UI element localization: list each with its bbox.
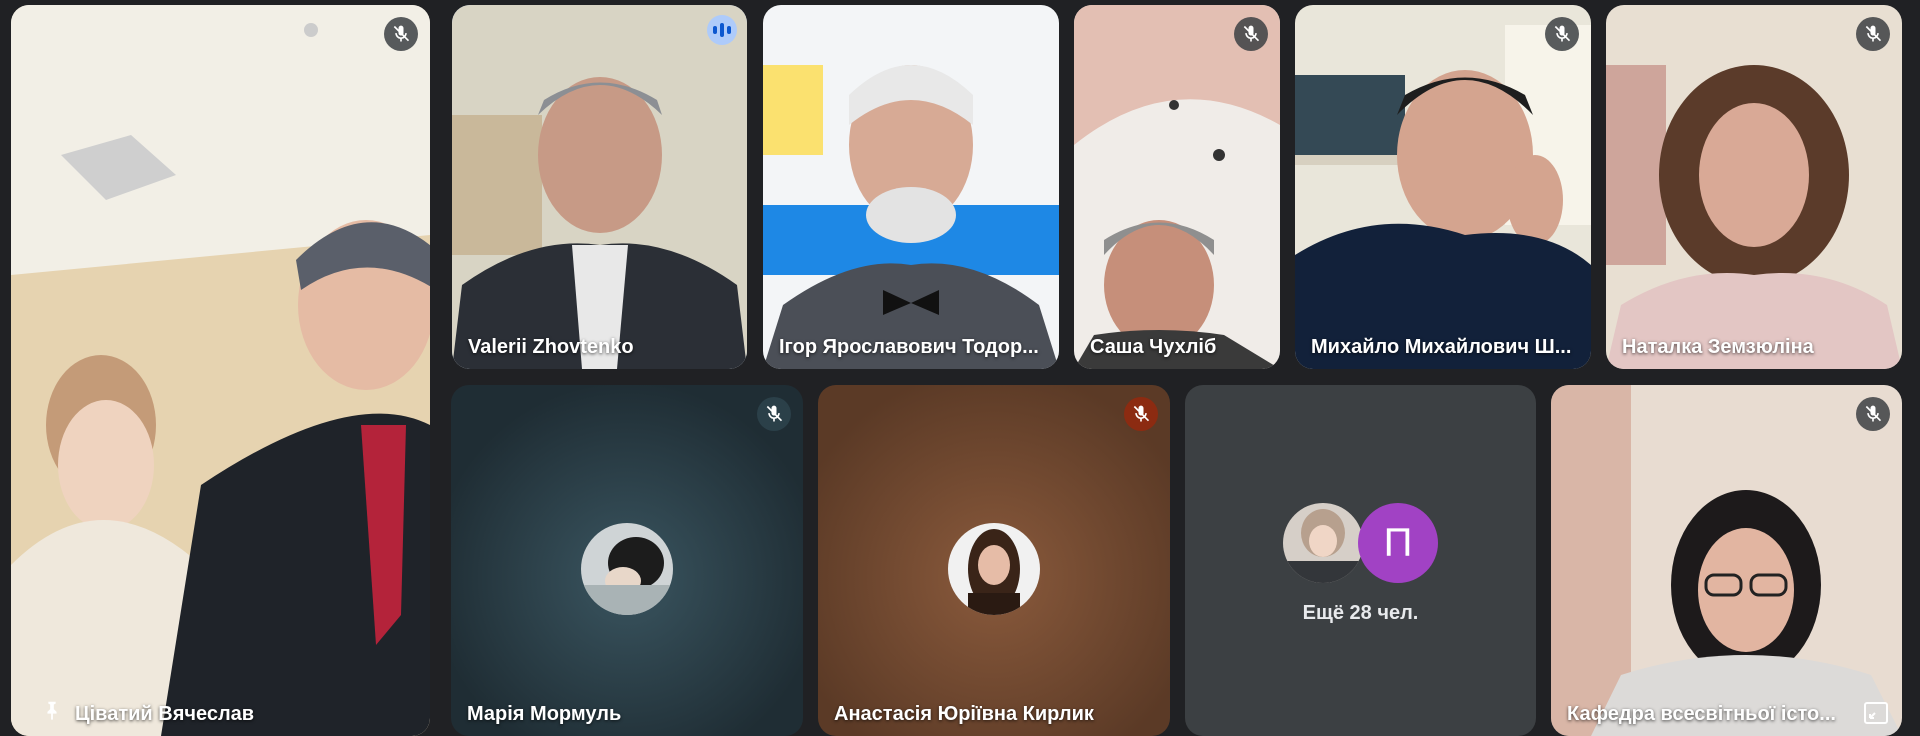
mic-off-icon bbox=[757, 397, 791, 431]
video-feed bbox=[763, 5, 1059, 369]
meeting-grid: Цiватий Вячеслав Valerii Zhovtenko Ігор … bbox=[0, 0, 1920, 736]
participant-tile-todor[interactable]: Ігор Ярославович Тодор... bbox=[763, 5, 1059, 369]
participant-name: Кафедра всесвітньої істо... bbox=[1567, 703, 1836, 725]
participant-name: Михайло Михайлович Ш... bbox=[1311, 336, 1572, 358]
overflow-letter-avatar: П bbox=[1358, 503, 1438, 583]
participant-tile-chukhlib[interactable]: Саша Чухліб bbox=[1074, 5, 1280, 369]
avatar-letter: П bbox=[1383, 520, 1413, 565]
overflow-label: Ещё 28 чел. bbox=[1302, 602, 1419, 624]
overflow-tile[interactable] bbox=[1185, 385, 1536, 736]
participant-tile-tsivatyi[interactable]: Цiватий Вячеслав bbox=[11, 5, 430, 736]
mic-off-icon bbox=[1124, 397, 1158, 431]
video-feed bbox=[1074, 5, 1280, 369]
mic-off-icon bbox=[1545, 17, 1579, 51]
participant-name: Анастасія Юріївна Кирлик bbox=[834, 703, 1094, 725]
video-feed bbox=[1295, 5, 1591, 369]
participant-name: Valerii Zhovtenko bbox=[468, 336, 634, 358]
participant-name: Ігор Ярославович Тодор... bbox=[779, 336, 1039, 358]
video-feed bbox=[11, 5, 430, 736]
participant-name: Наталка Земзюліна bbox=[1622, 336, 1814, 358]
pin-icon[interactable] bbox=[41, 698, 63, 722]
participant-name: Марія Мормуль bbox=[467, 703, 622, 725]
mic-off-icon bbox=[1856, 17, 1890, 51]
participant-tile-zemziulina[interactable]: Наталка Земзюліна bbox=[1606, 5, 1902, 369]
participant-tile-kafedra[interactable]: Кафедра всесвітньої істо... bbox=[1551, 385, 1902, 736]
participant-tile-mykhailo[interactable]: Михайло Михайлович Ш... bbox=[1295, 5, 1591, 369]
video-feed bbox=[1606, 5, 1902, 369]
participant-name: Саша Чухліб bbox=[1090, 336, 1217, 358]
participant-tile-mormul[interactable]: Марія Мормуль bbox=[451, 385, 803, 736]
mic-off-icon bbox=[1234, 17, 1268, 51]
expand-icon[interactable] bbox=[1864, 702, 1888, 724]
video-feed bbox=[1551, 385, 1902, 736]
participant-tile-zhovtenko[interactable]: Valerii Zhovtenko bbox=[452, 5, 747, 369]
mic-off-icon bbox=[384, 17, 418, 51]
avatar bbox=[948, 523, 1040, 615]
avatar bbox=[1283, 503, 1363, 583]
participant-name: Цiватий Вячеслав bbox=[75, 703, 255, 725]
avatar bbox=[581, 523, 673, 615]
mic-off-icon bbox=[1856, 397, 1890, 431]
participant-tile-kyrlyk[interactable]: Анастасія Юріївна Кирлик bbox=[818, 385, 1170, 736]
speaking-indicator-icon bbox=[707, 15, 737, 45]
video-feed bbox=[452, 5, 747, 369]
